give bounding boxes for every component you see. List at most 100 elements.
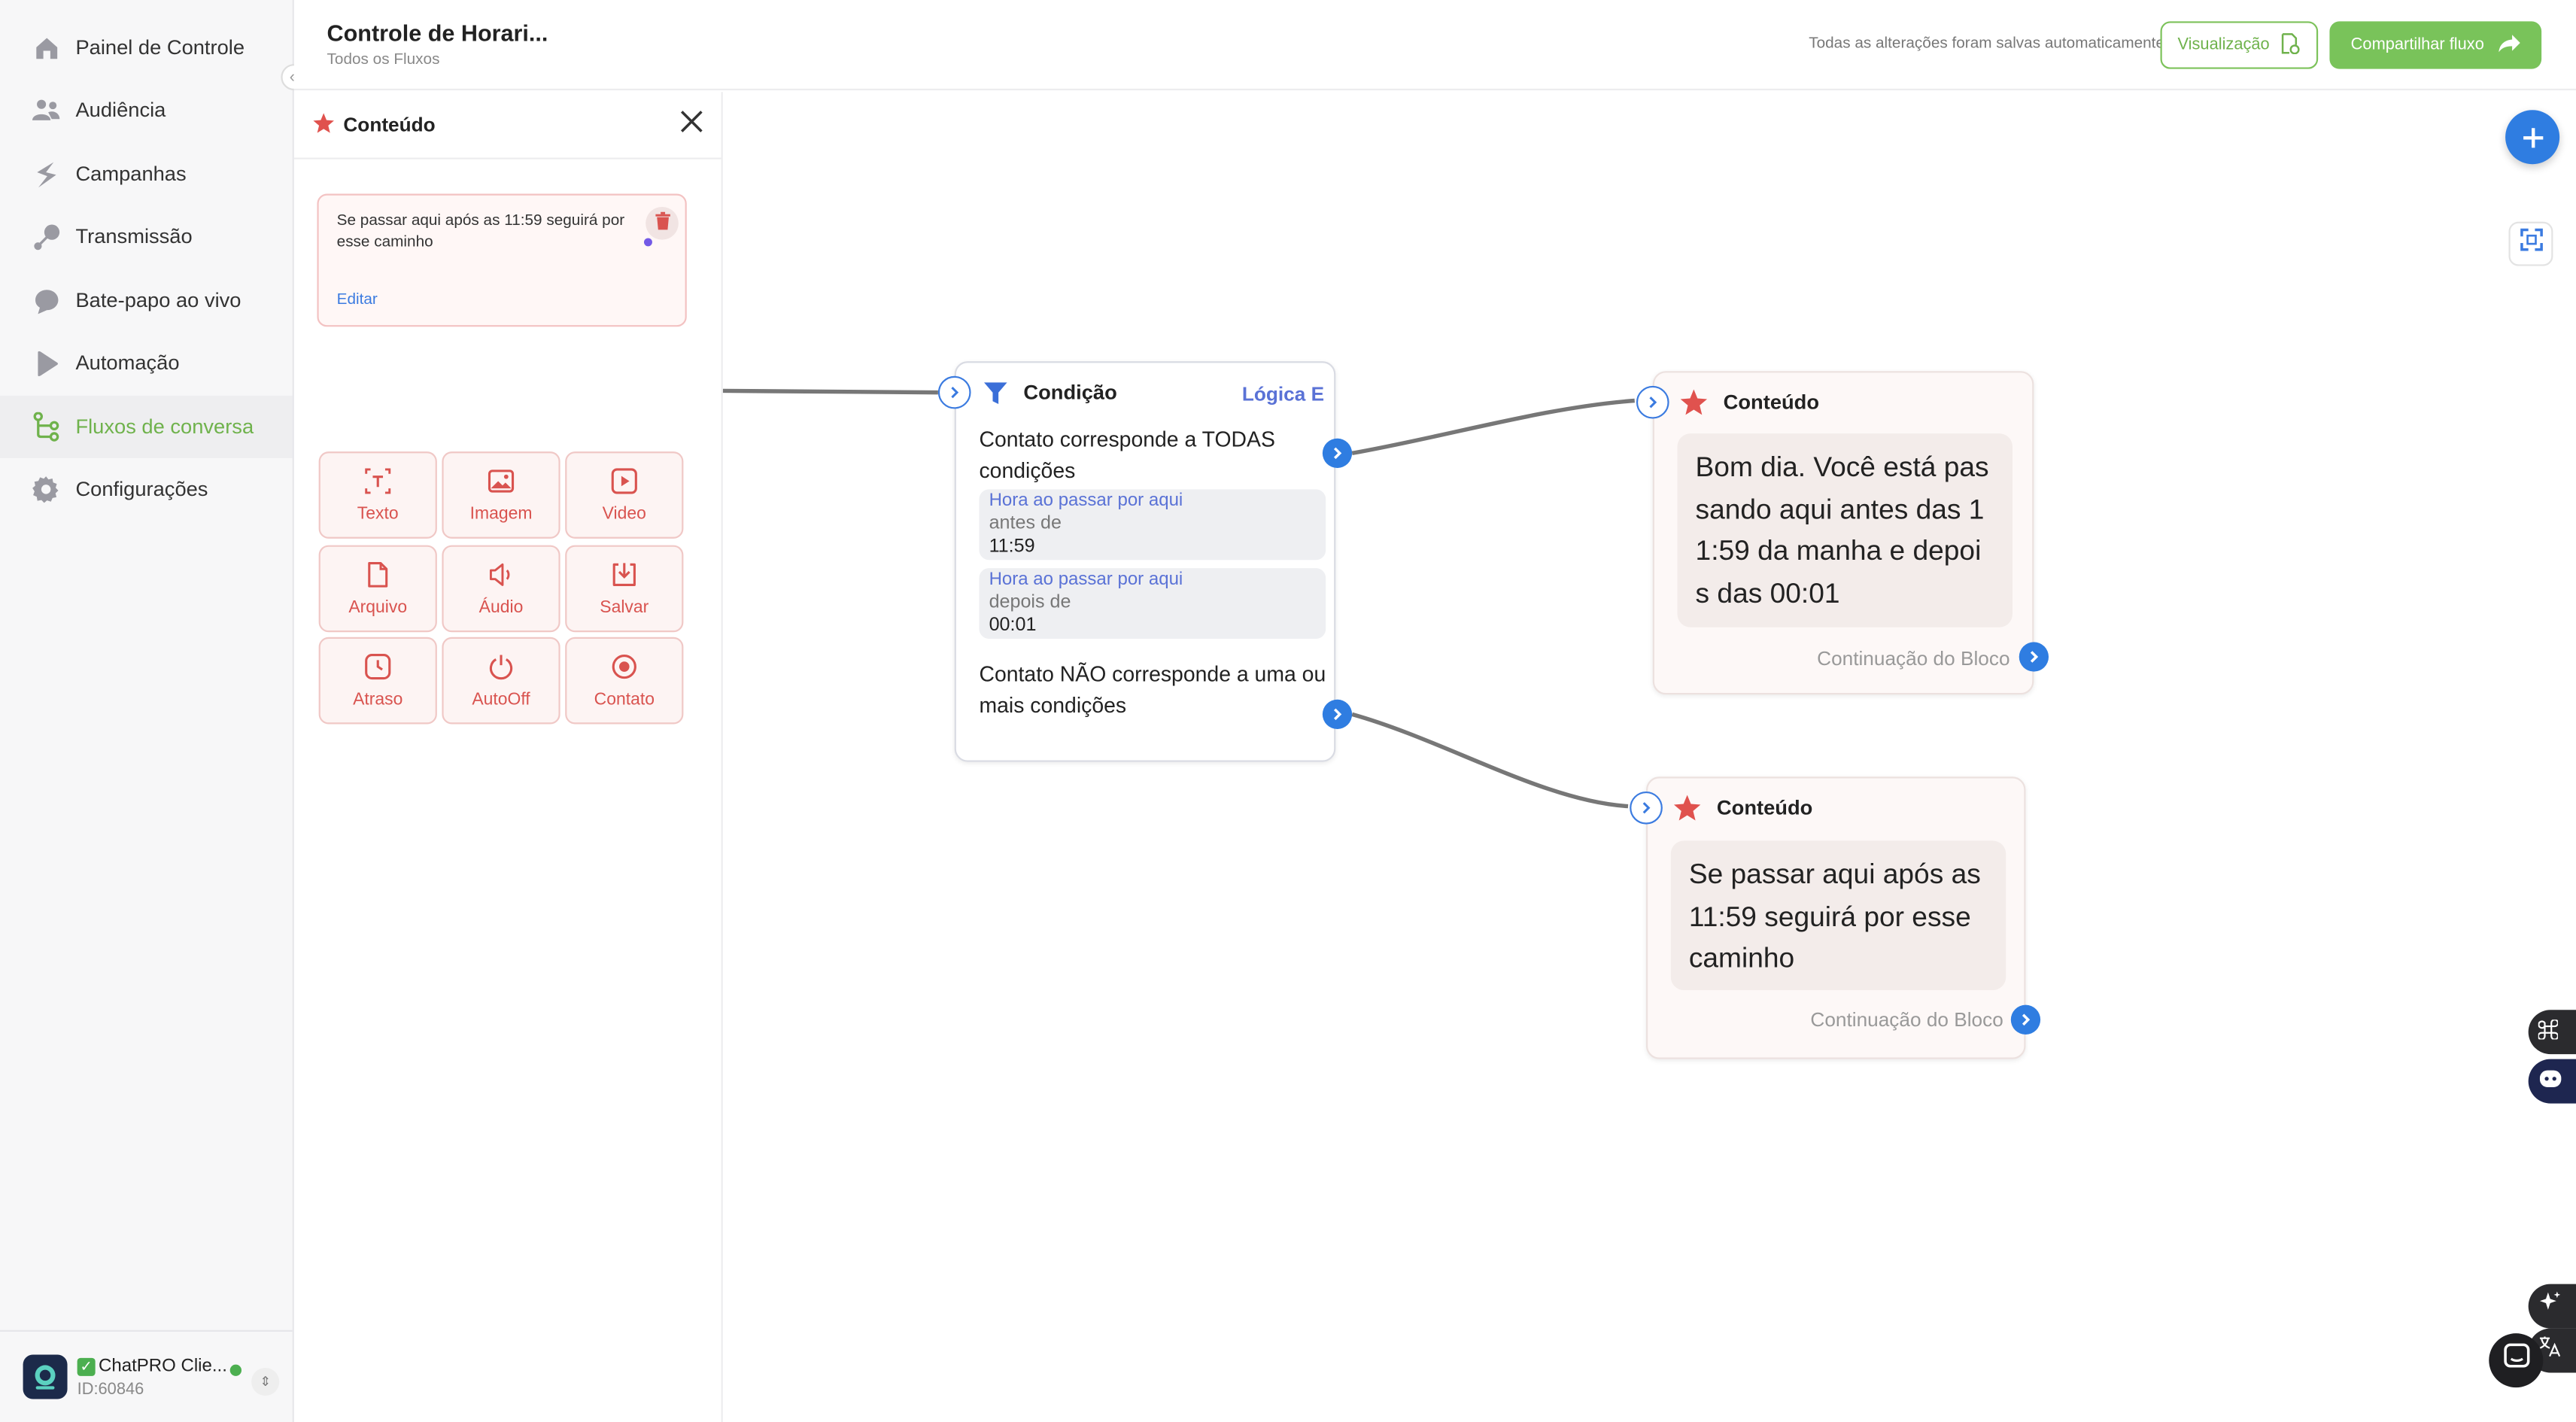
- edit-link[interactable]: Editar: [337, 290, 378, 308]
- app-root: Painel de Controle Audiência Campanhas T…: [0, 0, 2576, 1422]
- star-icon: [1679, 387, 1709, 425]
- content-output-port[interactable]: [2010, 1004, 2041, 1035]
- tool-audio-button[interactable]: Áudio: [442, 545, 560, 633]
- audio-icon: [488, 561, 515, 591]
- sparkle-icon: [2538, 1290, 2562, 1321]
- chevron-right-icon: [2030, 651, 2039, 663]
- content-input-port[interactable]: [1630, 791, 1663, 825]
- sidebar-item-bate-papo[interactable]: Bate-papo ao vivo: [0, 269, 293, 332]
- chevron-up-down-icon[interactable]: ⇕: [251, 1367, 280, 1396]
- delete-message-button[interactable]: [646, 206, 679, 240]
- content-node[interactable]: Conteúdo Se passar aqui após as 11:59 se…: [1646, 776, 2026, 1059]
- node-title: Condição: [1023, 381, 1117, 404]
- clock-icon: [365, 652, 391, 684]
- expand-icon: [2520, 228, 2543, 259]
- node-title: Conteúdo: [1723, 390, 1820, 414]
- message-text: Se passar aqui após as 11:59 seguirá por…: [336, 211, 625, 251]
- content-node[interactable]: Conteúdo Bom dia. Você está passando aqu…: [1652, 371, 2034, 695]
- tool-texto-button[interactable]: Texto: [318, 451, 437, 539]
- avatar: [23, 1354, 68, 1399]
- sidebar-item-fluxos[interactable]: Fluxos de conversa: [0, 395, 293, 458]
- flow-canvas[interactable]: Condição Lógica E Contato corresponde a …: [722, 92, 2576, 1422]
- sidebar-item-label: Painel de Controle: [75, 36, 245, 59]
- sidebar-item-painel[interactable]: Painel de Controle: [0, 17, 293, 79]
- connection-incoming: [722, 388, 938, 395]
- node-title: Conteúdo: [1716, 796, 1813, 820]
- condition-true-output-port[interactable]: [1322, 438, 1353, 468]
- message-card[interactable]: Se passar aqui após as 11:59 seguirá por…: [317, 193, 687, 327]
- sidebar-item-label: Bate-papo ao vivo: [75, 289, 242, 312]
- content-input-port[interactable]: [1636, 385, 1669, 419]
- autosave-status: Todas as alterações foram salvas automat…: [1809, 34, 2164, 53]
- users-icon: [31, 96, 60, 125]
- filter-icon: [984, 381, 1007, 414]
- content-editor-panel: Conteúdo Se passar aqui após as 11:59 se…: [293, 92, 723, 1422]
- share-flow-button[interactable]: Compartilhar fluxo: [2329, 21, 2542, 69]
- tool-arquivo-button[interactable]: Arquivo: [318, 545, 437, 633]
- sidebar-item-campanhas[interactable]: Campanhas: [0, 143, 293, 205]
- match-none-label: Contato NÃO corresponde a uma ou mais co…: [979, 661, 1326, 718]
- assistant-bot-tab[interactable]: [2528, 1059, 2576, 1104]
- add-block-button[interactable]: [2505, 110, 2560, 165]
- sidebar-item-audiencia[interactable]: Audiência: [0, 79, 293, 141]
- broadcast-icon: [31, 222, 60, 251]
- sidebar-item-label: Configurações: [75, 478, 208, 501]
- sidebar-item-label: Fluxos de conversa: [75, 415, 254, 439]
- star-icon: [1672, 793, 1702, 831]
- condition-node[interactable]: Condição Lógica E Contato corresponde a …: [954, 361, 1336, 762]
- account-switcher[interactable]: ✓ ChatPRO Clie... ID:60846 ⇕: [0, 1329, 293, 1422]
- sidebar-item-label: Transmissão: [75, 224, 193, 248]
- tool-contato-button[interactable]: Contato: [565, 637, 684, 725]
- tool-imagem-button[interactable]: Imagem: [442, 451, 560, 539]
- sidebar-item-label: Campanhas: [75, 163, 187, 186]
- chevron-right-icon: [1649, 397, 1657, 409]
- online-status-dot: [229, 1364, 242, 1376]
- content-output-port[interactable]: [2019, 642, 2049, 672]
- chevron-right-icon: [951, 386, 959, 399]
- chevron-right-icon: [1642, 802, 1651, 814]
- tool-salvar-button[interactable]: Salvar: [565, 545, 684, 633]
- home-icon: [31, 33, 60, 62]
- account-name: ✓ ChatPRO Clie...: [77, 1357, 227, 1376]
- sidebar: Painel de Controle Audiência Campanhas T…: [0, 0, 294, 1422]
- message-bubble: Bom dia. Você está passando aqui antes d…: [1677, 433, 2012, 627]
- chevron-right-icon: [1333, 447, 1342, 460]
- ai-sparkle-tab[interactable]: [2528, 1284, 2576, 1329]
- logic-toggle[interactable]: Lógica E: [1242, 383, 1324, 406]
- sidebar-item-automacao[interactable]: Automação: [0, 332, 293, 394]
- chat-bubble-icon: [31, 286, 60, 315]
- condition-chip[interactable]: Hora ao passar por aqui antes de 11:59: [979, 489, 1326, 561]
- sidebar-item-label: Automação: [75, 351, 180, 375]
- match-all-label: Contato corresponde a TODAS condições: [979, 427, 1275, 483]
- power-icon: [488, 653, 515, 684]
- command-shortcut-tab[interactable]: [2528, 1010, 2576, 1055]
- tool-video-button[interactable]: Video: [565, 451, 684, 539]
- header: Controle de Horari... Todos os Fluxos To…: [293, 0, 2576, 91]
- automation-icon: [31, 348, 60, 378]
- bot-icon: [2538, 1067, 2563, 1096]
- fit-view-button[interactable]: [2508, 221, 2553, 266]
- condition-input-port[interactable]: [937, 375, 971, 409]
- close-icon[interactable]: [680, 110, 706, 136]
- condition-chip[interactable]: Hora ao passar por aqui depois de 00:01: [979, 568, 1326, 639]
- star-icon: [312, 111, 336, 142]
- sidebar-item-transmissao[interactable]: Transmissão: [0, 205, 293, 268]
- breadcrumb[interactable]: Todos os Fluxos: [327, 51, 440, 69]
- trash-icon: [655, 208, 670, 238]
- condition-false-output-port[interactable]: [1322, 699, 1353, 730]
- sidebar-item-configuracoes[interactable]: Configurações: [0, 458, 293, 521]
- panel-title: Conteúdo: [343, 113, 436, 137]
- drag-handle-dot[interactable]: [643, 238, 652, 247]
- preview-button[interactable]: Visualização: [2160, 21, 2319, 69]
- file-icon: [366, 561, 390, 591]
- tool-atraso-button[interactable]: Atraso: [318, 637, 437, 725]
- campaign-icon: [31, 160, 60, 189]
- support-chat-button[interactable]: [2489, 1333, 2544, 1388]
- tool-autooff-button[interactable]: AutoOff: [442, 637, 560, 725]
- sidebar-item-label: Audiência: [75, 98, 166, 122]
- plus-icon: [2521, 116, 2544, 159]
- account-id: ID:60846: [77, 1381, 144, 1399]
- continuation-label: Continuação do Bloco: [1810, 1008, 2003, 1032]
- chevron-right-icon: [1333, 708, 1342, 721]
- panel-header: Conteúdo: [293, 92, 721, 160]
